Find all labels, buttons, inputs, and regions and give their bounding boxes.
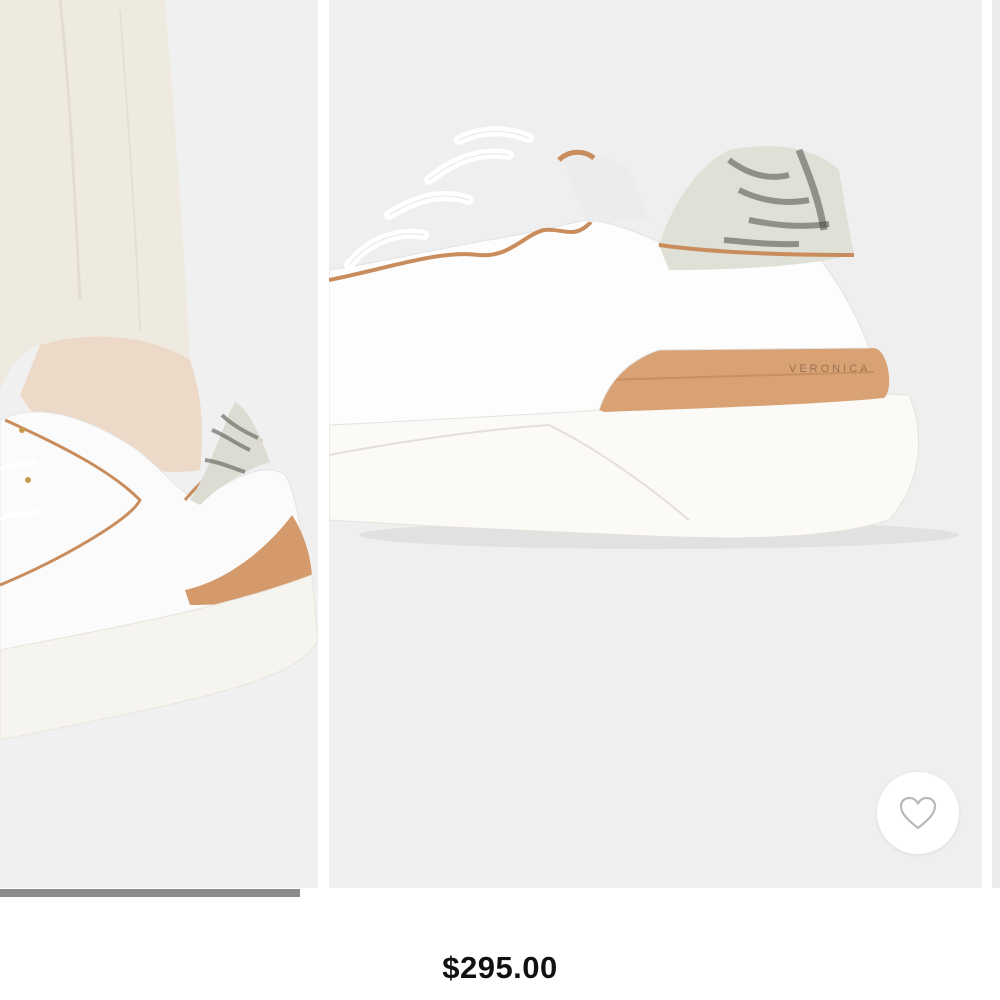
heart-outline-icon: [899, 796, 937, 830]
gallery-slide-2[interactable]: VERONICA: [329, 0, 982, 888]
gallery-progress-bar: [0, 889, 1000, 897]
gallery-slide-1[interactable]: [0, 0, 318, 888]
product-photo-back: VERONICA: [329, 0, 982, 888]
favorite-button[interactable]: [877, 772, 959, 854]
product-image-gallery[interactable]: VERONICA: [0, 0, 1000, 888]
heel-brand-text: VERONICA: [789, 363, 870, 375]
product-price: $295.00: [442, 950, 558, 985]
product-photo-worn: [0, 0, 318, 888]
gallery-progress-fill: [0, 889, 300, 897]
gallery-slide-3[interactable]: [992, 0, 1000, 888]
